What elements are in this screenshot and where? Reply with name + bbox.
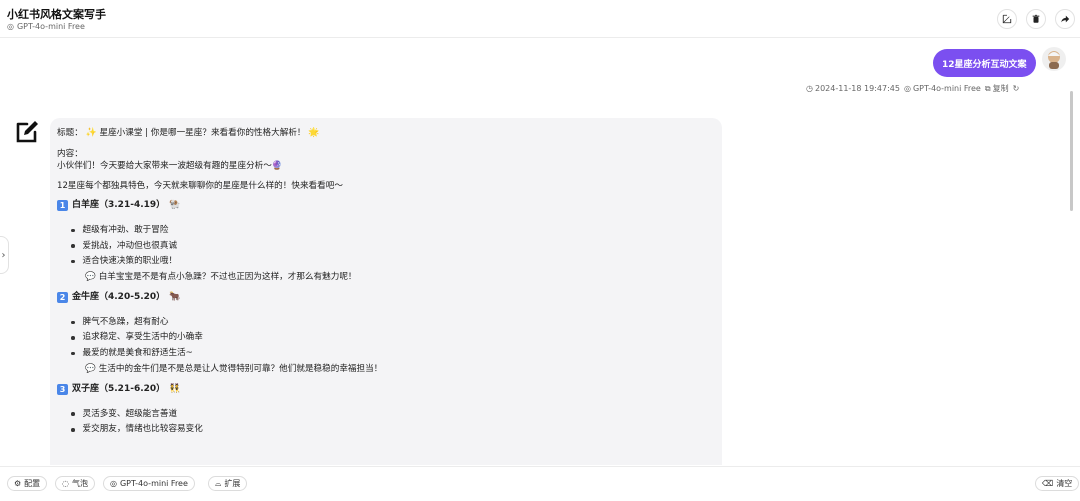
sidebar-toggle[interactable]: › (0, 236, 9, 274)
list-item: 追求稳定、享受生活中的小确幸 (71, 330, 715, 346)
user-avatar[interactable] (1042, 47, 1066, 71)
speech-bubble-icon: 💬 (85, 271, 96, 282)
model-indicator: ◎ GPT-4o-mini Free (7, 22, 85, 31)
user-message-meta: ◷ 2024-11-18 19:47:45 ◎ GPT-4o-mini Free ⧉… (806, 83, 1019, 94)
config-button[interactable]: ⚙ 配置 (7, 476, 48, 491)
intro-line-2: 12星座每个都独具特色，今天就来聊聊你的星座是什么样的！快来看看吧～ (57, 181, 343, 192)
list-item: 适合快速决策的职业哦！ (71, 254, 715, 270)
star-icon: 🌟 (308, 128, 320, 138)
copy-icon: ⧉ (984, 83, 991, 93)
message-title-line: 标题： ✨ 星座小课堂 | 你是哪一星座？来看看你的性格大解析！ 🌟 (57, 128, 320, 138)
chat-header: 小红书风格文案写手 ◎ GPT-4o-mini Free (0, 0, 1080, 38)
note-line: 💬 生活中的金牛们是不是总是让人觉得特别可靠？他们就是稳稳的幸福担当！ (85, 363, 383, 374)
extension-icon: ⌓ (215, 478, 222, 488)
number-badge-icon: 3 (57, 384, 68, 396)
sparkle-icon: ✨ (85, 128, 97, 138)
chevron-right-icon: › (1, 249, 6, 261)
delete-button[interactable] (1026, 9, 1046, 29)
page-title: 小红书风格文案写手 (7, 8, 106, 21)
model-icon: ◎ (110, 479, 117, 488)
extend-button[interactable]: ⌓ 扩展 (208, 476, 248, 491)
timestamp: ◷ 2024-11-18 19:47:45 (806, 84, 900, 93)
bot-message-bubble: 标题： ✨ 星座小课堂 | 你是哪一星座？来看看你的性格大解析！ 🌟 内容： 小… (50, 118, 722, 465)
broom-icon: ⌫ (1042, 479, 1054, 488)
speech-bubble-icon: 💬 (85, 363, 96, 374)
chat-bubble-icon: ◌ (62, 479, 69, 488)
ox-icon: 🐂 (169, 292, 181, 303)
share-icon (1061, 15, 1070, 23)
number-badge-icon: 2 (57, 292, 68, 304)
refresh-icon: ↻ (1012, 84, 1020, 93)
bubble-button[interactable]: ◌ 气泡 (55, 476, 95, 491)
intro-line-1: 小伙伴们！今天要给大家带来一波超级有趣的星座分析～🔮 (57, 161, 283, 172)
section-heading: 2 金牛座（4.20-5.20） 🐂 (57, 291, 715, 305)
gear-icon: ⚙ (14, 479, 22, 488)
section-heading: 1 白羊座（3.21-4.19） 🐏 (57, 199, 715, 213)
scrollbar[interactable] (1070, 91, 1073, 211)
model-select-button[interactable]: ◎ GPT-4o-mini Free (103, 476, 195, 491)
model-icon: ◎ (7, 22, 14, 31)
list-item: 爱交朋友，情绪也比较容易变化 (71, 422, 715, 438)
content-label: 内容： (57, 148, 83, 159)
input-toolbar: ⚙ 配置 ◌ 气泡 ◎ GPT-4o-mini Free ⌓ 扩展 ⌫ 清空 (0, 466, 1080, 501)
clock-icon: ◷ (806, 84, 813, 93)
twins-icon: 👯 (169, 383, 181, 394)
model-label: GPT-4o-mini Free (16, 22, 85, 31)
user-message-bubble: 12星座分析互动文案 (933, 49, 1036, 77)
regenerate-button[interactable]: ↻ (1013, 84, 1020, 93)
avatar-face-icon (1048, 51, 1060, 69)
chat-area[interactable]: 12星座分析互动文案 ◷ 2024-11-18 19:47:45 ◎ GPT-4o-… (0, 39, 1080, 465)
share-button[interactable] (1055, 9, 1075, 29)
crystal-ball-icon: 🔮 (271, 161, 283, 172)
clear-button[interactable]: ⌫ 清空 (1035, 476, 1080, 491)
copy-button[interactable]: ⧉ 复制 (985, 83, 1009, 94)
bot-avatar-edit-icon (16, 121, 38, 143)
list-item: 爱挑战，冲动但也很真诚 (71, 238, 715, 254)
section-heading: 3 双子座（5.21-6.20） 👯 (57, 383, 715, 397)
edit-icon (1002, 14, 1012, 24)
list-item: 脾气不急躁，超有耐心 (71, 315, 715, 331)
list-item: 灵活多变、超级能言善道 (71, 406, 715, 422)
list-item: 超级有冲劲、敢于冒险 (71, 223, 715, 239)
model-icon: ◎ (903, 84, 911, 93)
note-line: 💬 白羊宝宝是不是有点小急躁？不过也正因为这样，才那么有魅力呢！ (85, 271, 357, 282)
list-item: 最爱的就是美食和舒适生活~ (71, 346, 715, 362)
edit-button[interactable] (997, 9, 1017, 29)
number-badge-icon: 1 (57, 200, 68, 212)
ram-icon: 🐏 (169, 200, 181, 211)
message-model: ◎ GPT-4o-mini Free (903, 84, 981, 93)
trash-icon (1032, 14, 1040, 23)
